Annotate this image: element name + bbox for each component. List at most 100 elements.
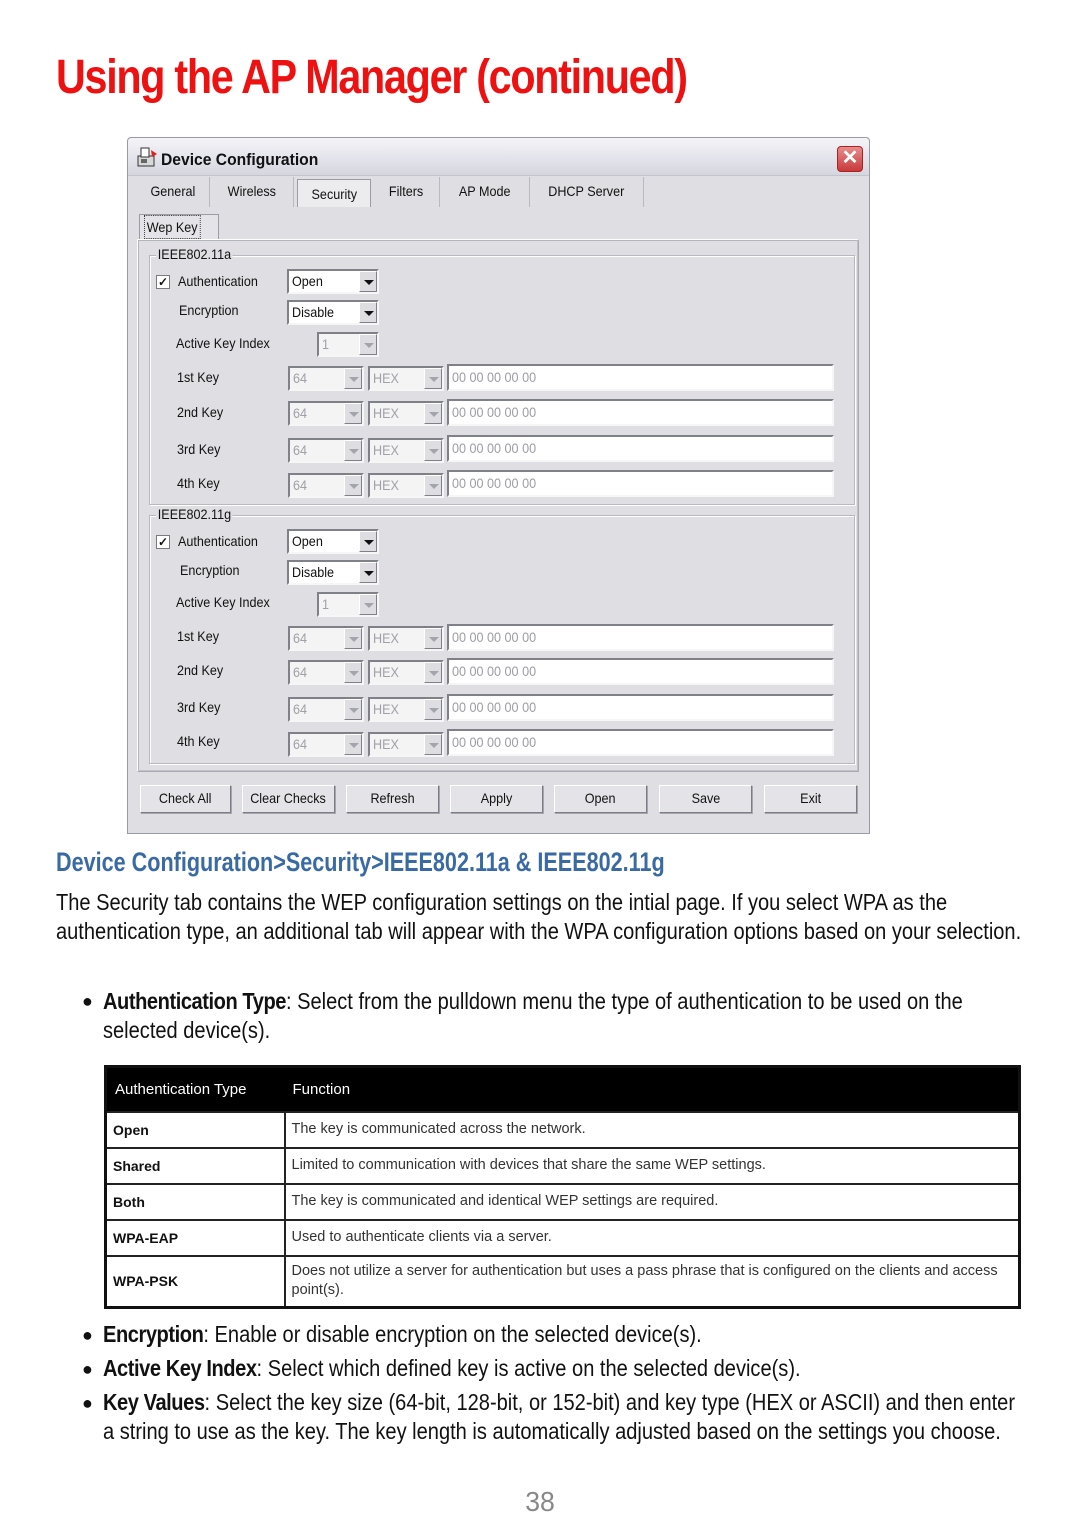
key-type-select[interactable]: HEX: [368, 732, 444, 757]
column-header: Function: [284, 1066, 1020, 1112]
open-button[interactable]: Open: [554, 785, 647, 813]
chevron-down-icon: [359, 562, 377, 583]
group-legend: IEEE802.11g: [156, 506, 233, 522]
key-size-select[interactable]: 64: [288, 401, 364, 426]
authentication-type-table: Authentication Type Function Open The ke…: [104, 1065, 1021, 1309]
bullet-active-key-index: Active Key Index: Select which defined k…: [103, 1355, 801, 1381]
key-value-input[interactable]: 00 00 00 00 00: [447, 435, 834, 462]
key-value-input[interactable]: 00 00 00 00 00: [447, 624, 834, 651]
chevron-down-icon: [344, 662, 362, 683]
chevron-down-icon: [359, 302, 377, 323]
key-label: 4th Key: [177, 475, 220, 491]
page-number: 38: [525, 1486, 555, 1517]
tab-general[interactable]: General: [136, 177, 210, 207]
chevron-down-icon: [344, 368, 362, 389]
active-key-index-select-11g[interactable]: 1: [317, 592, 379, 617]
function-cell: The key is communicated across the netwo…: [283, 1110, 1021, 1149]
authentication-checkbox-11a[interactable]: ✓: [156, 275, 170, 289]
chevron-down-icon: [359, 271, 377, 292]
key-value-input[interactable]: 00 00 00 00 00: [447, 470, 834, 497]
tab-dhcp-server[interactable]: DHCP Server: [530, 177, 644, 207]
key-size-select[interactable]: 64: [288, 660, 364, 685]
table-row: Shared Limited to communication with dev…: [104, 1146, 1021, 1185]
refresh-button[interactable]: Refresh: [346, 785, 439, 813]
tab-bar: General Wireless Security Filters AP Mod…: [132, 177, 869, 209]
table-row: WPA-EAP Used to authenticate clients via…: [104, 1218, 1021, 1257]
table-header-row: Authentication Type Function: [105, 1066, 1020, 1112]
key-size-select[interactable]: 64: [288, 366, 364, 391]
key-size-select[interactable]: 64: [288, 438, 364, 463]
chevron-down-icon: [424, 475, 442, 496]
chevron-down-icon: [424, 699, 442, 720]
device-configuration-window: Device Configuration ✕ General Wireless …: [127, 137, 870, 834]
section-title: Device Configuration>Security>IEEE802.11…: [56, 847, 665, 877]
key-type-select[interactable]: HEX: [368, 473, 444, 498]
authentication-checkbox-11g[interactable]: ✓: [156, 535, 170, 549]
auth-type-cell: Shared: [104, 1146, 286, 1185]
subtab-wep-key[interactable]: Wep Key: [139, 214, 219, 240]
window-titlebar[interactable]: Device Configuration ✕: [128, 138, 869, 176]
tab-filters[interactable]: Filters: [374, 177, 440, 207]
check-all-button[interactable]: Check All: [140, 785, 231, 813]
auth-type-cell: WPA-EAP: [104, 1218, 286, 1257]
tab-security[interactable]: Security: [297, 179, 371, 207]
authentication-select-11g[interactable]: Open: [287, 529, 379, 554]
chevron-down-icon: [344, 475, 362, 496]
key-type-select[interactable]: HEX: [368, 366, 444, 391]
key-size-select[interactable]: 64: [288, 697, 364, 722]
chevron-down-icon: [359, 334, 377, 355]
chevron-down-icon: [344, 440, 362, 461]
chevron-down-icon: [344, 403, 362, 424]
bullet-icon: ●: [82, 1359, 93, 1379]
key-type-select[interactable]: HEX: [368, 626, 444, 651]
save-button[interactable]: Save: [659, 785, 752, 813]
key-size-select[interactable]: 64: [288, 626, 364, 651]
chevron-down-icon: [424, 440, 442, 461]
group-ieee80211a: IEEE802.11a ✓ Authentication Open Encryp…: [149, 246, 855, 505]
active-key-index-select-11a[interactable]: 1: [317, 332, 379, 357]
encryption-select-11a[interactable]: Disable: [287, 300, 379, 325]
encryption-label: Encryption: [180, 562, 240, 578]
bullet-icon: ●: [82, 991, 93, 1011]
intro-paragraph: The Security tab contains the WEP config…: [56, 889, 1022, 944]
authentication-select-11a[interactable]: Open: [287, 269, 379, 294]
key-size-select[interactable]: 64: [288, 732, 364, 757]
key-value-input[interactable]: 00 00 00 00 00: [447, 364, 834, 391]
close-button[interactable]: ✕: [837, 146, 863, 172]
key-value-input[interactable]: 00 00 00 00 00: [447, 658, 834, 685]
apply-button[interactable]: Apply: [450, 785, 543, 813]
bullet-key-values: Key Values: Select the key size (64-bit,…: [103, 1389, 1016, 1444]
auth-type-cell: WPA-PSK: [104, 1254, 286, 1309]
encryption-label: Encryption: [179, 302, 239, 318]
wep-key-panel: IEEE802.11a ✓ Authentication Open Encryp…: [137, 239, 859, 772]
key-label: 2nd Key: [177, 662, 224, 678]
key-value-input[interactable]: 00 00 00 00 00: [447, 729, 834, 756]
clear-checks-button[interactable]: Clear Checks: [242, 785, 335, 813]
chevron-down-icon: [424, 662, 442, 683]
chevron-down-icon: [424, 368, 442, 389]
key-value-input[interactable]: 00 00 00 00 00: [447, 694, 834, 721]
key-label: 2nd Key: [177, 404, 224, 420]
tab-ap-mode[interactable]: AP Mode: [440, 177, 530, 207]
key-type-select[interactable]: HEX: [368, 401, 444, 426]
table-row: Open The key is communicated across the …: [104, 1110, 1021, 1149]
active-key-index-label: Active Key Index: [176, 594, 270, 610]
key-type-select[interactable]: HEX: [368, 438, 444, 463]
key-size-select[interactable]: 64: [288, 473, 364, 498]
key-label: 3rd Key: [177, 441, 221, 457]
encryption-select-11g[interactable]: Disable: [287, 560, 379, 585]
authentication-label: Authentication: [178, 273, 258, 289]
bullet-icon: ●: [82, 1325, 93, 1345]
authentication-label: Authentication: [178, 533, 258, 549]
key-value-input[interactable]: 00 00 00 00 00: [447, 399, 834, 426]
key-type-select[interactable]: HEX: [368, 697, 444, 722]
function-cell: Used to authenticate clients via a serve…: [283, 1218, 1021, 1257]
tab-wireless[interactable]: Wireless: [210, 177, 294, 207]
chevron-down-icon: [424, 628, 442, 649]
key-type-select[interactable]: HEX: [368, 660, 444, 685]
key-label: 1st Key: [177, 369, 220, 385]
exit-button[interactable]: Exit: [764, 785, 857, 813]
group-ieee80211g: IEEE802.11g ✓ Authentication Open Encryp…: [149, 506, 855, 764]
page-title: Using the AP Manager (continued): [56, 51, 688, 104]
chevron-down-icon: [424, 403, 442, 424]
